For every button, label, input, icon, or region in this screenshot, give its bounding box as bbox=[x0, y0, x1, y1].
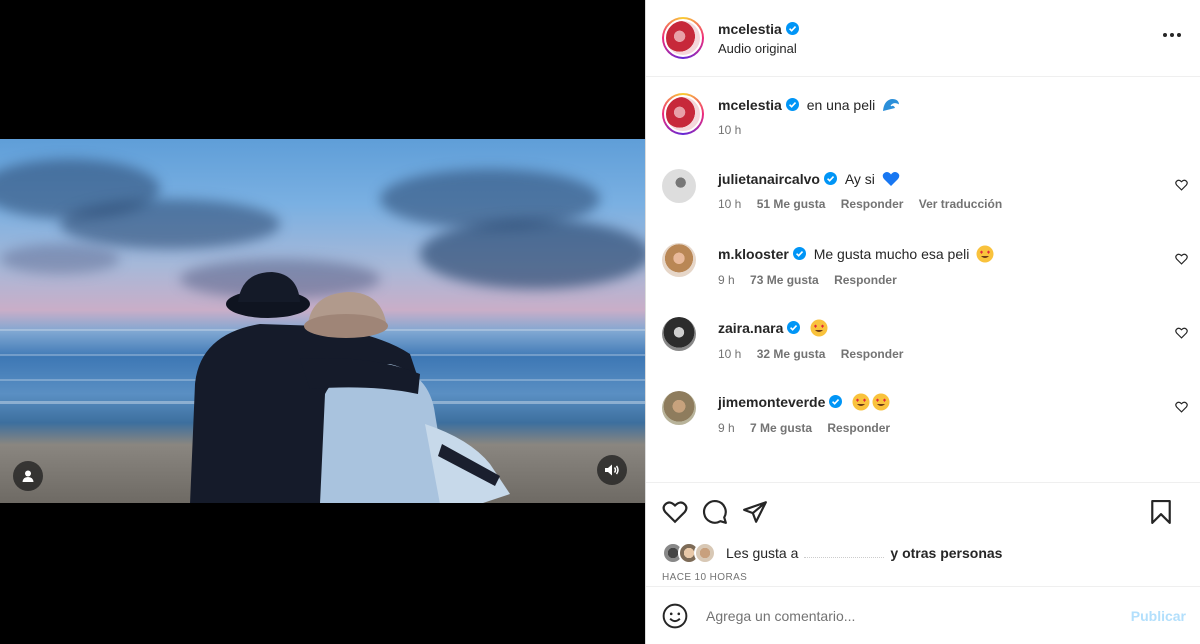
comments-section: mcelestia en una peli 10 h julietanairca… bbox=[646, 77, 1200, 482]
comment-meta: 9 h 73 Me gusta Responder bbox=[718, 273, 994, 287]
likes-summary: Les gusta a y otras personas HACE 10 HOR… bbox=[646, 540, 1200, 586]
comment-row: jimemonteverde 9 h 7 Me gusta Responder bbox=[662, 391, 1188, 435]
post-actions bbox=[646, 482, 1200, 540]
comment-icon[interactable] bbox=[702, 499, 728, 525]
comment-row: julietanaircalvo Ay si 10 h 51 Me gusta … bbox=[662, 169, 1188, 211]
verified-badge-icon bbox=[785, 21, 799, 35]
post-video[interactable] bbox=[0, 139, 645, 503]
reply-button[interactable]: Responder bbox=[834, 273, 897, 287]
comment-likes[interactable]: 32 Me gusta bbox=[757, 347, 826, 361]
avatar-image bbox=[664, 95, 702, 133]
comment-likes[interactable]: 7 Me gusta bbox=[750, 421, 812, 435]
commenter-username[interactable]: m.klooster bbox=[718, 246, 789, 262]
comment-meta: 10 h 51 Me gusta Responder Ver traducció… bbox=[718, 197, 1014, 211]
commenter-avatar[interactable] bbox=[662, 243, 696, 277]
avatar-image bbox=[664, 19, 702, 57]
comment-meta: 10 h 32 Me gusta Responder bbox=[718, 347, 915, 361]
commenter-username[interactable]: julietanaircalvo bbox=[718, 171, 820, 187]
comment-text: Me gusta mucho esa peli bbox=[813, 246, 970, 262]
heart-eyes-emoji-icon bbox=[810, 319, 828, 337]
commenter-avatar[interactable] bbox=[662, 391, 696, 425]
wave-emoji-icon bbox=[883, 99, 900, 111]
likes-others-link[interactable]: y otras personas bbox=[890, 545, 1002, 561]
verified-badge-icon bbox=[823, 172, 837, 185]
cloud-shape bbox=[0, 244, 120, 274]
liker-avatar bbox=[694, 542, 716, 564]
commenter-avatar[interactable] bbox=[662, 317, 696, 351]
reply-button[interactable]: Responder bbox=[841, 347, 904, 361]
publish-button[interactable]: Publicar bbox=[1131, 608, 1186, 624]
verified-badge-icon bbox=[787, 321, 801, 334]
emoji-picker-icon[interactable] bbox=[662, 603, 688, 629]
author-avatar[interactable] bbox=[662, 17, 704, 59]
media-pane bbox=[0, 0, 645, 644]
cloud-shape bbox=[60, 199, 280, 249]
caption-text: en una peli bbox=[806, 97, 876, 113]
comment-likes[interactable]: 73 Me gusta bbox=[750, 273, 819, 287]
caption-avatar[interactable] bbox=[662, 93, 704, 135]
comment-time: 9 h bbox=[718, 273, 735, 287]
audio-label[interactable]: Audio original bbox=[718, 41, 799, 56]
more-options-icon[interactable] bbox=[1162, 32, 1182, 38]
share-icon[interactable] bbox=[742, 500, 768, 524]
caption-row: mcelestia en una peli 10 h bbox=[662, 93, 1188, 137]
like-comment-heart-icon[interactable] bbox=[1175, 179, 1188, 191]
verified-badge-icon bbox=[829, 395, 843, 408]
likes-prefix: Les gusta a bbox=[726, 545, 799, 561]
reply-button[interactable]: Responder bbox=[841, 197, 904, 211]
comment-input[interactable]: Agrega un comentario... bbox=[706, 608, 855, 624]
volume-icon bbox=[605, 464, 619, 476]
comment-meta: 9 h 7 Me gusta Responder bbox=[718, 421, 902, 435]
author-username[interactable]: mcelestia bbox=[718, 21, 782, 37]
like-heart-icon[interactable] bbox=[662, 500, 688, 524]
verified-badge-icon bbox=[792, 247, 806, 260]
comment-likes[interactable]: 51 Me gusta bbox=[757, 197, 826, 211]
like-comment-heart-icon[interactable] bbox=[1175, 253, 1188, 265]
translate-button[interactable]: Ver traducción bbox=[919, 197, 1002, 211]
save-bookmark-icon[interactable] bbox=[1150, 499, 1172, 524]
couple-silhouette bbox=[190, 272, 510, 503]
comment-time: 9 h bbox=[718, 421, 735, 435]
heart-eyes-emoji-icon bbox=[872, 393, 890, 411]
user-icon bbox=[22, 470, 34, 482]
redacted-username[interactable] bbox=[804, 548, 885, 558]
like-comment-heart-icon[interactable] bbox=[1175, 327, 1188, 339]
reply-button[interactable]: Responder bbox=[827, 421, 890, 435]
commenter-avatar[interactable] bbox=[662, 169, 696, 203]
heart-eyes-emoji-icon bbox=[976, 245, 994, 263]
comment-text: Ay si bbox=[844, 171, 875, 187]
sound-button[interactable] bbox=[597, 455, 627, 485]
post-side-panel: mcelestia Audio original mcelestia en un… bbox=[645, 0, 1200, 644]
heart-eyes-emoji-icon bbox=[852, 393, 870, 411]
caption-username[interactable]: mcelestia bbox=[718, 97, 782, 113]
user-tag-button[interactable] bbox=[13, 461, 43, 491]
caption-time: 10 h bbox=[718, 123, 742, 137]
comment-time: 10 h bbox=[718, 197, 742, 211]
commenter-username[interactable]: jimemonteverde bbox=[718, 394, 825, 410]
commenter-username[interactable]: zaira.nara bbox=[718, 320, 783, 336]
comment-row: m.klooster Me gusta mucho esa peli 9 h 7… bbox=[662, 243, 1188, 287]
add-comment-bar: Agrega un comentario... Publicar bbox=[646, 586, 1200, 644]
like-comment-heart-icon[interactable] bbox=[1175, 401, 1188, 413]
post-header: mcelestia Audio original bbox=[646, 0, 1200, 77]
comment-time: 10 h bbox=[718, 347, 742, 361]
blue-heart-emoji-icon bbox=[882, 172, 900, 186]
comment-row: zaira.nara 10 h 32 Me gusta Responder bbox=[662, 317, 1188, 361]
post-timestamp[interactable]: HACE 10 HORAS bbox=[662, 572, 1184, 583]
verified-badge-icon bbox=[785, 98, 799, 111]
post-modal: mcelestia Audio original mcelestia en un… bbox=[0, 0, 1200, 644]
